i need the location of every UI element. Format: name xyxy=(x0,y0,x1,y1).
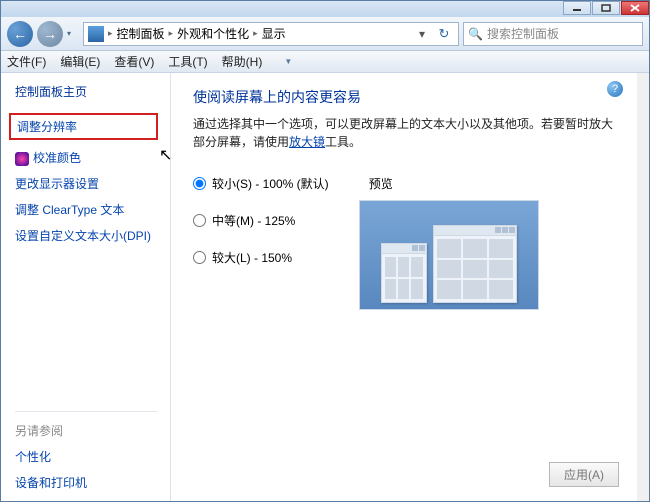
close-button[interactable] xyxy=(621,1,649,15)
back-button[interactable]: ← xyxy=(7,21,33,47)
recent-pages-chevron-icon[interactable]: ▾ xyxy=(67,24,79,44)
page-description: 通过选择其中一个选项，可以更改屏幕上的文本大小以及其他项。若要暂时放大部分屏幕，… xyxy=(193,115,619,151)
menu-file[interactable]: 文件(F) xyxy=(7,53,46,70)
breadcrumb[interactable]: 显示 xyxy=(262,25,286,42)
size-options: 较小(S) - 100% (默认) 中等(M) - 125% 较大(L) - 1… xyxy=(193,175,329,310)
chevron-right-icon: ▸ xyxy=(108,28,113,39)
shield-icon xyxy=(15,152,29,166)
sidebar-item-cleartype[interactable]: 调整 ClearType 文本 xyxy=(15,201,158,218)
minimize-button[interactable] xyxy=(563,1,591,15)
search-input[interactable]: 🔍 搜索控制面板 xyxy=(463,22,643,46)
titlebar xyxy=(1,1,649,17)
breadcrumb[interactable]: 控制面板 xyxy=(117,25,165,42)
chevron-right-icon: ▸ xyxy=(253,28,258,39)
radio-larger[interactable] xyxy=(193,251,206,264)
sidebar-also-devices[interactable]: 设备和打印机 xyxy=(15,474,158,491)
search-icon: 🔍 xyxy=(468,27,483,41)
option-smaller[interactable]: 较小(S) - 100% (默认) xyxy=(193,175,329,192)
preview-image xyxy=(359,200,539,310)
menu-overflow-icon[interactable]: ▼ xyxy=(284,57,292,66)
sidebar-item-calibrate[interactable]: 校准颜色 xyxy=(15,149,158,166)
menu-bar: 文件(F) 编辑(E) 查看(V) 工具(T) 帮助(H) ▼ xyxy=(1,51,649,73)
main-content: ? 使阅读屏幕上的内容更容易 通过选择其中一个选项，可以更改屏幕上的文本大小以及… xyxy=(171,73,637,501)
menu-edit[interactable]: 编辑(E) xyxy=(60,53,100,70)
preview-label: 预览 xyxy=(369,175,539,192)
scrollbar[interactable] xyxy=(637,73,649,501)
refresh-button[interactable]: ↻ xyxy=(434,26,454,42)
page-title: 使阅读屏幕上的内容更容易 xyxy=(193,87,619,107)
sidebar: 控制面板主页 调整分辨率 校准颜色 更改显示器设置 调整 ClearType 文… xyxy=(1,73,171,501)
control-panel-icon xyxy=(88,26,104,42)
menu-help[interactable]: 帮助(H) xyxy=(222,53,263,70)
sidebar-item-dpi[interactable]: 设置自定义文本大小(DPI) xyxy=(15,227,158,244)
chevron-right-icon: ▸ xyxy=(169,28,174,39)
help-icon[interactable]: ? xyxy=(607,81,623,97)
sidebar-see-also-header: 另请参阅 xyxy=(15,411,158,439)
body-area: 控制面板主页 调整分辨率 校准颜色 更改显示器设置 调整 ClearType 文… xyxy=(1,73,649,501)
breadcrumb[interactable]: 外观和个性化 xyxy=(177,25,249,42)
sidebar-also-personalize[interactable]: 个性化 xyxy=(15,448,158,465)
radio-medium[interactable] xyxy=(193,214,206,227)
magnifier-link[interactable]: 放大镜 xyxy=(289,135,325,149)
forward-button[interactable]: → xyxy=(37,21,63,47)
sidebar-item-resolution[interactable]: 调整分辨率 xyxy=(9,113,158,140)
address-dropdown-icon[interactable]: ▾ xyxy=(414,27,430,41)
option-larger[interactable]: 较大(L) - 150% xyxy=(193,249,329,266)
apply-button[interactable]: 应用(A) xyxy=(549,462,619,487)
option-medium[interactable]: 中等(M) - 125% xyxy=(193,212,329,229)
maximize-button[interactable] xyxy=(592,1,620,15)
search-placeholder: 搜索控制面板 xyxy=(487,25,559,42)
radio-smaller[interactable] xyxy=(193,177,206,190)
sidebar-item-display-settings[interactable]: 更改显示器设置 xyxy=(15,175,158,192)
navigation-bar: ← → ▾ ▸ 控制面板 ▸ 外观和个性化 ▸ 显示 ▾ ↻ 🔍 搜索控制面板 xyxy=(1,17,649,51)
sidebar-home-link[interactable]: 控制面板主页 xyxy=(15,83,158,100)
menu-view[interactable]: 查看(V) xyxy=(114,53,154,70)
address-bar[interactable]: ▸ 控制面板 ▸ 外观和个性化 ▸ 显示 ▾ ↻ xyxy=(83,22,459,46)
menu-tools[interactable]: 工具(T) xyxy=(168,53,207,70)
